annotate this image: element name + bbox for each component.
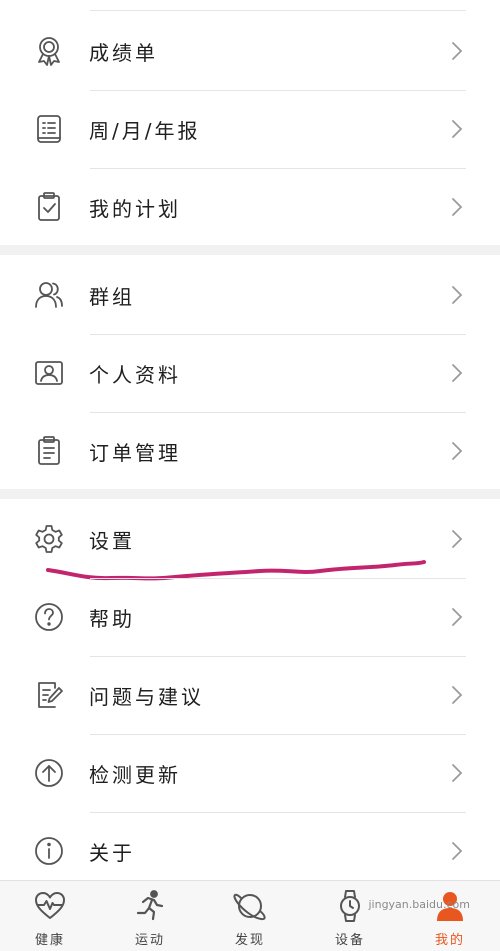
menu-item-label: 周/月/年报 (89, 118, 201, 143)
menu-item-settings[interactable]: 设置 (0, 500, 500, 578)
chevron-right-icon (450, 528, 464, 550)
nav-tab-me[interactable]: 我的 (400, 881, 500, 951)
heart-pulse-icon (35, 892, 65, 919)
medal-icon (33, 35, 65, 67)
menu-item-label: 群组 (89, 284, 135, 309)
edit-note-icon (33, 679, 65, 711)
section-separator (0, 489, 500, 499)
menu-item-orders[interactable]: 订单管理 (0, 412, 500, 490)
top-divider (90, 10, 466, 11)
profile-card-icon (33, 357, 65, 389)
chevron-right-icon (450, 840, 464, 862)
chevron-right-icon (450, 196, 464, 218)
menu-item-about[interactable]: 关于 (0, 812, 500, 890)
chevron-right-icon (450, 284, 464, 306)
menu-item-reports[interactable]: 周/月/年报 (0, 90, 500, 168)
menu-item-label: 设置 (89, 528, 135, 553)
info-icon (33, 835, 65, 867)
nav-label: 运动 (134, 933, 165, 948)
menu-item-label: 问题与建议 (89, 684, 204, 709)
nav-tab-devices[interactable]: 设备 (300, 881, 400, 951)
menu-item-label: 订单管理 (89, 440, 181, 465)
section-separator (0, 245, 500, 255)
menu-item-label: 关于 (89, 840, 135, 865)
help-icon (33, 601, 65, 633)
menu-item-label: 我的计划 (89, 196, 181, 221)
chevron-right-icon (450, 362, 464, 384)
nav-tab-exercise[interactable]: 运动 (100, 881, 200, 951)
menu-item-groups[interactable]: 群组 (0, 256, 500, 334)
report-book-icon (33, 113, 65, 145)
chevron-right-icon (450, 40, 464, 62)
gear-icon (33, 523, 65, 555)
clipboard-check-icon (33, 191, 65, 223)
nav-label: 健康 (34, 933, 65, 948)
chevron-right-icon (450, 684, 464, 706)
update-arrow-icon (33, 757, 65, 789)
menu-item-label: 帮助 (89, 606, 135, 631)
menu-item-transcript[interactable]: 成绩单 (0, 12, 500, 90)
menu-item-label: 检测更新 (89, 762, 181, 787)
watermark-text: jingyan.baidu.com (368, 898, 470, 911)
planet-icon (233, 893, 266, 921)
nav-label: 设备 (334, 933, 365, 948)
menu-item-profile[interactable]: 个人资料 (0, 334, 500, 412)
group-users-icon (33, 279, 65, 311)
menu-item-my-plan[interactable]: 我的计划 (0, 168, 500, 246)
watch-icon (340, 890, 360, 922)
order-list-icon (33, 435, 65, 467)
nav-label: 我的 (434, 933, 465, 948)
chevron-right-icon (450, 606, 464, 628)
nav-tab-health[interactable]: 健康 (0, 881, 100, 951)
menu-item-check-update[interactable]: 检测更新 (0, 734, 500, 812)
nav-label: 发现 (234, 933, 265, 948)
menu-item-feedback[interactable]: 问题与建议 (0, 656, 500, 734)
running-icon (136, 890, 164, 921)
bottom-nav: 健康 运动 发现 设备 我的 (0, 880, 500, 951)
chevron-right-icon (450, 118, 464, 140)
menu-item-label: 个人资料 (89, 362, 181, 387)
nav-tab-discover[interactable]: 发现 (200, 881, 300, 951)
chevron-right-icon (450, 762, 464, 784)
menu-item-help[interactable]: 帮助 (0, 578, 500, 656)
chevron-right-icon (450, 440, 464, 462)
menu-item-label: 成绩单 (89, 40, 158, 65)
